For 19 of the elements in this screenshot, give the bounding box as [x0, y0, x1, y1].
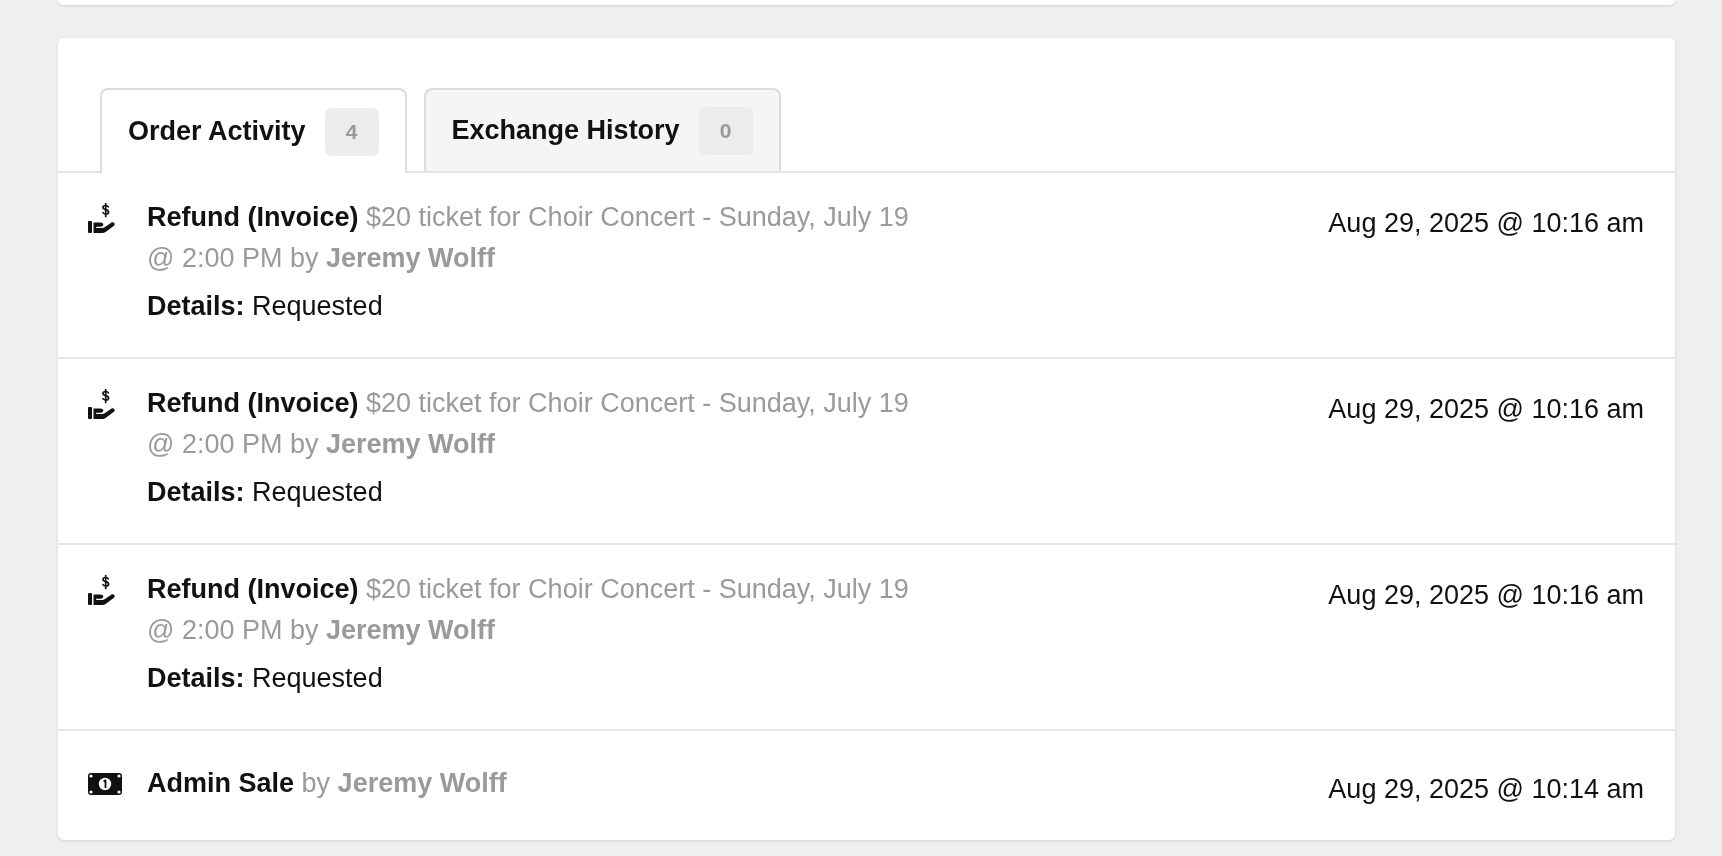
activity-details: Details: Requested — [147, 290, 384, 323]
banknote-icon — [88, 772, 122, 795]
activity-summary: Refund (Invoice) $20 ticket for Choir Concert - Sunday, July 19 @ 2:00 PM by Jeremy Wolff — [147, 387, 910, 461]
activity-summary: Refund (Invoice) $20 ticket for Choir Concert - Sunday, July 19 @ 2:00 PM by Jeremy Wolff — [147, 573, 910, 647]
timestamp: Aug 29, 2025 @ 10:16 am — [1328, 207, 1644, 240]
timestamp: Aug 29, 2025 @ 10:14 am — [1328, 773, 1644, 806]
hand-dollar-icon — [88, 388, 118, 419]
count-badge: 0 — [698, 106, 753, 155]
hand-dollar-icon — [88, 202, 118, 233]
hand-dollar-icon — [88, 574, 118, 605]
activity-details: Details: Requested — [147, 476, 384, 509]
activity-summary: Refund (Invoice) $20 ticket for Choir Concert - Sunday, July 19 @ 2:00 PM by Jeremy Wolff — [147, 201, 910, 275]
activity-summary: Admin Sale by Jeremy Wolff — [147, 767, 508, 800]
count-badge: 4 — [324, 107, 379, 156]
timestamp: Aug 29, 2025 @ 10:16 am — [1328, 393, 1644, 426]
activity-details: Details: Requested — [147, 662, 384, 695]
timestamp: Aug 29, 2025 @ 10:16 am — [1328, 579, 1644, 612]
tab[interactable]: Order Activity 4 — [100, 88, 407, 173]
tab[interactable]: Exchange History 0 — [423, 88, 781, 171]
